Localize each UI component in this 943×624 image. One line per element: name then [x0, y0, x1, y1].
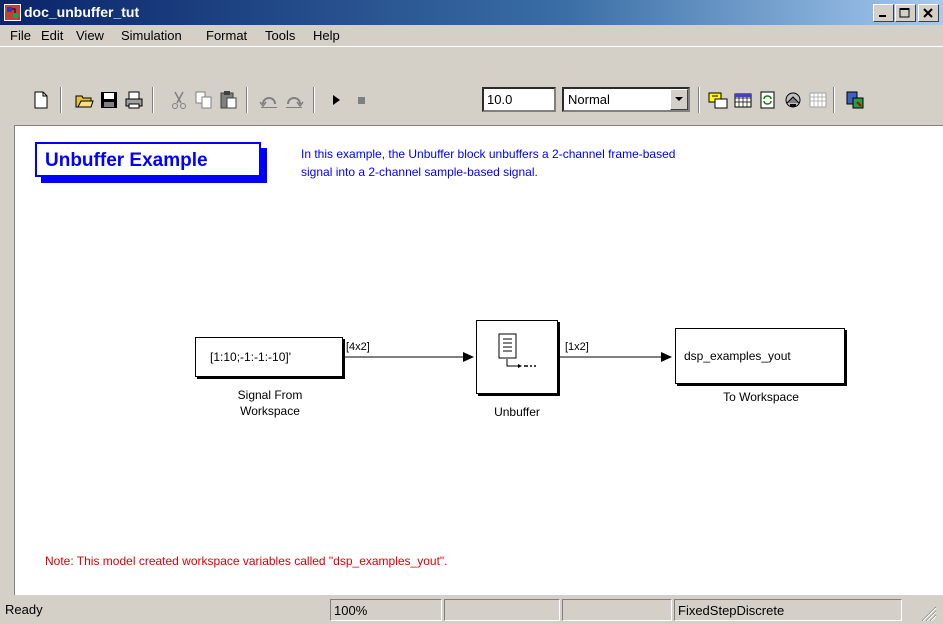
model-explorer-button[interactable] — [806, 88, 830, 112]
copy-icon — [195, 91, 212, 109]
signal-dimension-out: [1x2] — [565, 341, 589, 353]
redo-icon — [286, 97, 304, 108]
toolbar-separator — [60, 87, 62, 113]
redo-button[interactable] — [282, 88, 306, 112]
status-solver-text: FixedStepDiscrete — [678, 603, 785, 618]
stop-simulation-button[interactable] — [349, 88, 373, 112]
minimize-icon — [879, 15, 886, 17]
grid-calendar-icon — [734, 93, 752, 108]
stop-time-input[interactable]: 10.0 — [482, 87, 556, 112]
debug-button[interactable] — [843, 88, 867, 112]
close-button[interactable] — [918, 4, 939, 22]
status-pane-4 — [562, 599, 672, 621]
build-button[interactable] — [706, 88, 730, 112]
play-icon — [333, 95, 340, 105]
menu-simulation[interactable]: Simulation — [121, 28, 182, 43]
save-button[interactable] — [97, 88, 121, 112]
toolbar-separator — [698, 87, 700, 113]
source-label-line-1: Signal From — [237, 388, 303, 402]
toolbar-separator — [313, 87, 315, 113]
stop-icon — [358, 97, 365, 104]
unbuffer-block-label[interactable]: Unbuffer — [467, 404, 567, 420]
signal-from-workspace-block[interactable]: [1:10;-1:-1:-10]' — [195, 337, 343, 377]
menu-format[interactable]: Format — [206, 28, 247, 43]
menu-tools[interactable]: Tools — [265, 28, 295, 43]
toolbar-separator — [833, 87, 835, 113]
arrowhead-in — [463, 352, 474, 362]
toolbar-separator — [246, 87, 248, 113]
simulation-mode-value: Normal — [568, 92, 610, 107]
debug-icon — [846, 91, 864, 109]
resize-grip-icon[interactable] — [918, 605, 938, 621]
status-state: Ready — [2, 599, 328, 621]
toolbar-separator — [152, 87, 154, 113]
sink-block-label[interactable]: To Workspace — [675, 389, 847, 405]
window-title: doc_unbuffer_tut — [24, 4, 140, 20]
close-icon — [923, 8, 933, 18]
source-block-value: [1:10;-1:-1:-10]' — [210, 350, 291, 364]
status-solver: FixedStepDiscrete — [674, 599, 902, 621]
build-icon — [708, 92, 728, 109]
minimize-button[interactable] — [873, 4, 894, 22]
model-explorer-icon — [809, 92, 827, 108]
menu-bar: File Edit View Simulation Format Tools H… — [0, 25, 943, 45]
start-simulation-button[interactable] — [324, 88, 348, 112]
signal-dimension-in: [4x2] — [346, 341, 370, 353]
menu-file[interactable]: File — [10, 28, 31, 43]
scissors-icon — [172, 91, 186, 109]
chevron-down-icon — [675, 97, 683, 101]
maximize-icon — [899, 8, 910, 18]
save-disk-icon — [101, 92, 117, 108]
simulation-mode-dropdown-button[interactable] — [670, 89, 688, 110]
unbuffer-block[interactable] — [476, 320, 558, 394]
menu-edit[interactable]: Edit — [41, 28, 63, 43]
library-browser-icon — [785, 92, 801, 108]
refresh-icon — [760, 91, 775, 109]
new-button[interactable] — [29, 88, 53, 112]
status-zoom: 100% — [330, 599, 442, 621]
undo-icon — [259, 97, 277, 108]
status-state-text: Ready — [5, 602, 43, 617]
sink-block-value: dsp_examples_yout — [684, 349, 791, 363]
cut-button[interactable] — [167, 88, 191, 112]
source-label-line-2: Workspace — [240, 404, 300, 418]
paste-clipboard-icon — [220, 91, 237, 109]
model-window: doc_unbuffer_tut File Edit View Simulati… — [0, 0, 943, 624]
status-pane-3 — [444, 599, 560, 621]
unbuffer-icon — [498, 333, 536, 368]
to-workspace-block[interactable]: dsp_examples_yout — [675, 328, 845, 384]
status-zoom-text: 100% — [334, 603, 368, 618]
maximize-button[interactable] — [895, 4, 916, 22]
note-annotation[interactable]: Note: This model created workspace varia… — [45, 554, 448, 568]
toolbar: 10.0 Normal — [0, 46, 943, 114]
paste-button[interactable] — [217, 88, 241, 112]
source-block-label[interactable]: Signal From Workspace — [195, 387, 345, 419]
refresh-button[interactable] — [756, 88, 780, 112]
undo-button[interactable] — [257, 88, 281, 112]
title-bar[interactable]: doc_unbuffer_tut — [0, 0, 943, 25]
arrowhead-out — [661, 352, 672, 362]
printer-icon — [125, 91, 143, 109]
status-bar: Ready 100% FixedStepDiscrete — [0, 596, 943, 624]
open-folder-icon — [75, 95, 94, 108]
menu-help[interactable]: Help — [313, 28, 340, 43]
open-button[interactable] — [72, 88, 96, 112]
print-button[interactable] — [122, 88, 146, 112]
simulink-app-icon — [4, 4, 21, 21]
menu-view[interactable]: View — [76, 28, 104, 43]
library-browser-button[interactable] — [781, 88, 805, 112]
simulation-mode-select[interactable]: Normal — [562, 87, 690, 112]
new-file-icon — [34, 91, 48, 109]
model-canvas[interactable]: Unbuffer Example In this example, the Un… — [14, 125, 943, 595]
update-diagram-button[interactable] — [731, 88, 755, 112]
copy-button[interactable] — [192, 88, 216, 112]
